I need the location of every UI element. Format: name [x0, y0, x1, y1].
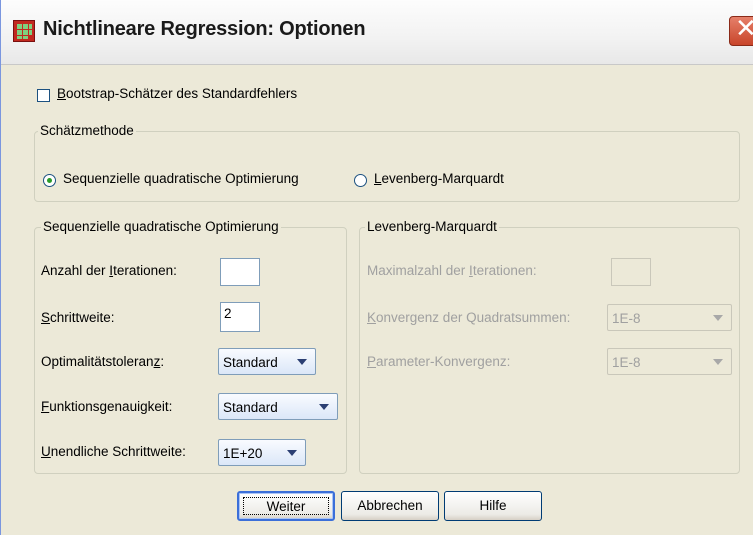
estimation-method-group: [34, 131, 740, 202]
spss-table-icon: [13, 20, 35, 42]
close-button[interactable]: ✕: [729, 14, 753, 46]
chevron-down-icon: [297, 359, 307, 365]
bootstrap-checkbox[interactable]: [37, 89, 50, 102]
radio-levenberg-marquardt[interactable]: [354, 174, 367, 187]
lm-options-legend: Levenberg-Marquardt: [365, 219, 499, 234]
infinite-step-select[interactable]: 1E+20: [218, 439, 306, 466]
dialog-window: Nichtlineare Regression: Optionen ✕ Boot…: [0, 0, 753, 535]
step-limit-label: Schrittweite:: [41, 310, 115, 325]
sum-of-squares-convergence-select[interactable]: 1E-8: [607, 304, 732, 331]
help-button[interactable]: Hilfe: [444, 491, 542, 521]
window-title: Nichtlineare Regression: Optionen: [43, 18, 366, 40]
radio-levenberg-marquardt-label[interactable]: Levenberg-Marquardt: [374, 171, 504, 186]
cancel-button[interactable]: Abbrechen: [341, 491, 439, 521]
infinite-step-label: Unendliche Schrittweite:: [41, 444, 186, 459]
chevron-down-icon: [287, 450, 297, 456]
max-iterations-input[interactable]: [611, 258, 651, 286]
title-bar[interactable]: Nichtlineare Regression: Optionen ✕: [1, 0, 753, 65]
sqp-options-legend: Sequenzielle quadratische Optimierung: [41, 219, 281, 234]
continue-button[interactable]: Weiter: [237, 491, 335, 521]
chevron-down-icon: [713, 359, 723, 365]
step-limit-input[interactable]: 2: [220, 302, 260, 332]
parameter-convergence-label: Parameter-Konvergenz:: [367, 354, 511, 369]
chevron-down-icon: [319, 404, 329, 410]
parameter-convergence-select[interactable]: 1E-8: [607, 348, 732, 375]
function-precision-select[interactable]: Standard: [218, 393, 338, 420]
radio-sqp[interactable]: [43, 174, 56, 187]
close-icon: ✕: [735, 14, 753, 44]
sum-of-squares-convergence-label: Konvergenz der Quadratsummen:: [367, 310, 571, 325]
optimality-tolerance-select[interactable]: Standard: [218, 348, 316, 375]
iterations-input[interactable]: [220, 258, 260, 286]
optimality-tolerance-label: Optimalitätstoleranz:: [41, 354, 165, 369]
function-precision-label: Funktionsgenauigkeit:: [41, 399, 173, 414]
bootstrap-label[interactable]: Bootstrap-Schätzer des Standardfehlers: [57, 86, 297, 101]
radio-sqp-label[interactable]: Sequenzielle quadratische Optimierung: [63, 171, 299, 186]
max-iterations-label: Maximalzahl der Iterationen:: [367, 263, 537, 278]
chevron-down-icon: [713, 315, 723, 321]
iterations-label: Anzahl der Iterationen:: [41, 263, 177, 278]
estimation-method-legend: Schätzmethode: [38, 123, 136, 138]
